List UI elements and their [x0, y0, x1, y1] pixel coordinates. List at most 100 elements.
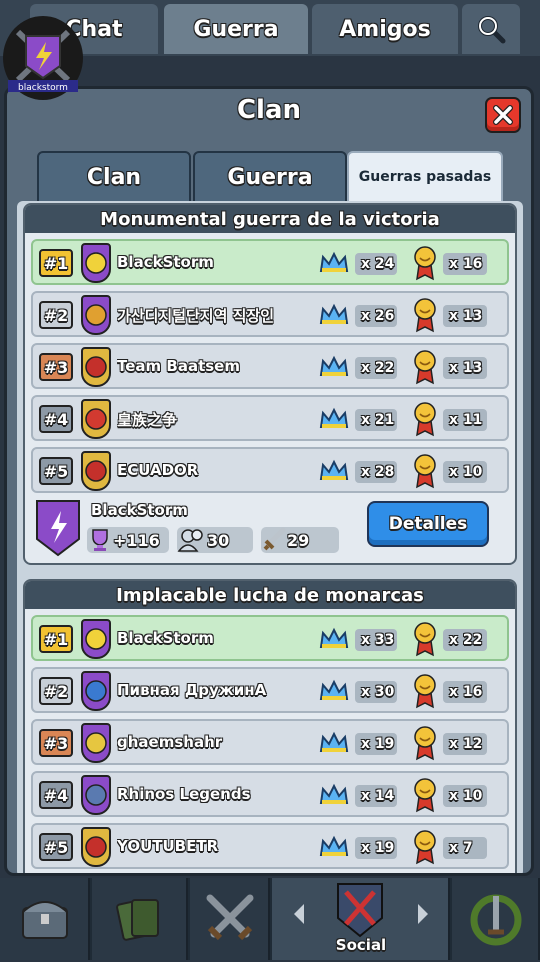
war-title: Monumental guerra de la victoria [25, 205, 515, 233]
chevron-right-icon [418, 904, 428, 924]
rank-badge: #5 [39, 833, 73, 861]
clan-name: YOUTUBETR [117, 837, 219, 855]
tab-amigos-label: Amigos [339, 16, 431, 42]
chevron-left-icon [294, 904, 304, 924]
medal-icon [414, 454, 436, 489]
nav-tournaments[interactable] [452, 878, 540, 960]
clan-badge-large-icon [36, 500, 80, 557]
war-rank-row[interactable]: #1 BlackStorm x 24 x 16 [31, 239, 509, 285]
clan-badge-icon [85, 680, 107, 702]
nav-cards[interactable] [92, 878, 188, 960]
members-icon [177, 529, 203, 552]
crowns-count: x 33 [355, 629, 397, 651]
social-shield-icon [337, 883, 383, 938]
summary-clan-name: BlackStorm [91, 501, 188, 519]
rank-badge: #3 [39, 353, 73, 381]
modal-tab-guerras-pasadas-label: Guerras pasadas [358, 169, 492, 185]
rank-badge: #3 [39, 729, 73, 757]
war-rank-row[interactable]: #2 Пивная ДружинА x 30 x 16 [31, 667, 509, 713]
war-rank-row[interactable]: #5 ECUADOR x 28 x 10 [31, 447, 509, 493]
crown-icon [319, 459, 349, 480]
details-button[interactable]: Detalles [367, 501, 489, 547]
crown-icon [319, 407, 349, 428]
clan-badge-icon [85, 784, 107, 806]
tab-guerra-label: Guerra [193, 16, 279, 42]
clan-badge [81, 243, 111, 283]
medals-count: x 13 [443, 305, 487, 327]
clan-modal: Clan Clan Guerra Guerras pasadas Monumen… [4, 86, 534, 876]
clan-name: ghaemshahr [117, 733, 223, 751]
rank-badge: #2 [39, 677, 73, 705]
war-rank-row[interactable]: #3 Team Baatsem x 22 x 13 [31, 343, 509, 389]
war-card: Monumental guerra de la victoria #1 BlackS… [23, 203, 517, 565]
crown-icon [319, 835, 349, 856]
crowns-count: x 19 [355, 837, 397, 859]
clan-name: BlackStorm [117, 629, 214, 647]
modal-tab-guerra-label: Guerra [227, 164, 313, 190]
crown-icon [319, 679, 349, 700]
war-summary: BlackStorm +116 30 29 Detalles [25, 493, 515, 563]
clan-badge-icon [85, 732, 107, 754]
clan-badge [81, 451, 111, 491]
search-button[interactable] [462, 4, 520, 54]
war-rank-row[interactable]: #5 YOUTUBETR x 19 x 7 [31, 823, 509, 869]
clan-badge [81, 399, 111, 439]
clan-logo[interactable]: blackstorm [2, 10, 84, 102]
medal-icon [414, 674, 436, 709]
crowns-count: x 28 [355, 461, 397, 483]
medals-count: x 16 [443, 253, 487, 275]
rank-badge: #4 [39, 405, 73, 433]
medal-icon [414, 622, 436, 657]
clan-name: BlackStorm [117, 253, 214, 271]
crowns-count: x 21 [355, 409, 397, 431]
medal-icon [414, 350, 436, 385]
medal-icon [414, 402, 436, 437]
clan-name: 가산디지털단지역 직장인 [117, 307, 275, 325]
tab-guerra[interactable]: Guerra [164, 4, 308, 54]
crown-icon [319, 731, 349, 752]
clan-badge [81, 671, 111, 711]
trophies-stat: +116 [87, 527, 169, 553]
modal-tab-clan[interactable]: Clan [37, 151, 191, 203]
war-rank-row[interactable]: #3 ghaemshahr x 19 x 12 [31, 719, 509, 765]
crown-icon [319, 303, 349, 324]
tab-amigos[interactable]: Amigos [312, 4, 458, 54]
battles-value: 29 [287, 530, 310, 550]
rank-badge: #5 [39, 457, 73, 485]
close-button[interactable] [485, 97, 521, 133]
clan-badge [81, 723, 111, 763]
modal-tab-guerra[interactable]: Guerra [193, 151, 347, 203]
clan-name: ECUADOR [117, 461, 199, 479]
modal-title: Clan [236, 95, 302, 125]
war-rank-row[interactable]: #4 皇族之争 x 21 x 11 [31, 395, 509, 441]
crowns-count: x 26 [355, 305, 397, 327]
rank-badge: #1 [39, 249, 73, 277]
nav-social[interactable]: Social [272, 878, 450, 960]
medal-icon [414, 298, 436, 333]
clan-badge-icon [85, 628, 107, 650]
past-wars-list[interactable]: Monumental guerra de la victoria #1 BlackS… [17, 201, 523, 873]
crowns-count: x 24 [355, 253, 397, 275]
war-rank-row[interactable]: #1 BlackStorm x 33 x 22 [31, 615, 509, 661]
crowns-count: x 22 [355, 357, 397, 379]
crowns-count: x 14 [355, 785, 397, 807]
medals-count: x 11 [443, 409, 487, 431]
war-card: Implacable lucha de monarcas #1 BlackStorm… [23, 579, 517, 873]
war-rank-row[interactable]: #4 Rhinos Legends x 14 x 10 [31, 771, 509, 817]
search-icon [478, 16, 506, 44]
clan-badge [81, 347, 111, 387]
modal-tab-guerras-pasadas[interactable]: Guerras pasadas [347, 151, 503, 203]
nav-battle[interactable] [190, 878, 270, 960]
chest-icon [22, 901, 68, 939]
medals-count: x 13 [443, 357, 487, 379]
crossed-swords-icon [206, 894, 254, 941]
clan-badge [81, 827, 111, 867]
clan-name: Rhinos Legends [117, 785, 251, 803]
clan-badge-icon [85, 836, 107, 858]
rank-badge: #4 [39, 781, 73, 809]
trophy-icon [92, 529, 108, 551]
war-rank-row[interactable]: #2 가산디지털단지역 직장인 x 26 x 13 [31, 291, 509, 337]
nav-shop[interactable] [0, 878, 90, 960]
nav-social-label: Social [335, 936, 387, 954]
medals-count: x 16 [443, 681, 487, 703]
